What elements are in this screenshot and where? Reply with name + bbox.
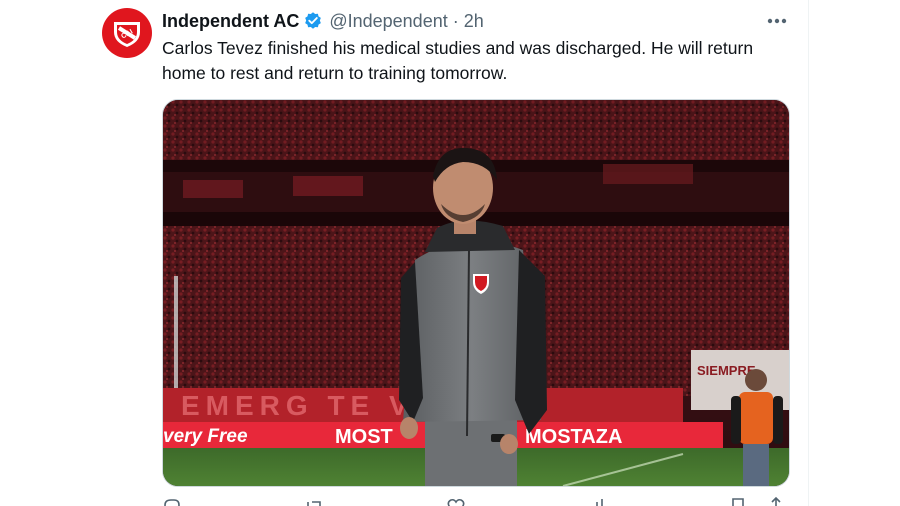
club-crest-icon: CAI xyxy=(114,22,140,47)
verified-badge-icon xyxy=(303,11,323,31)
tweet-photo[interactable]: EMERG TE VIRE SIEMPRE very Free MOST MOS… xyxy=(162,99,790,487)
share-icon[interactable] xyxy=(766,496,786,506)
reply-icon[interactable] xyxy=(162,496,182,506)
tweet-card[interactable]: CAI Independent AC @Independent · 2h Car… xyxy=(96,0,809,506)
like-icon[interactable] xyxy=(446,496,466,506)
banner-left-text: very Free xyxy=(163,426,248,447)
banner-right-text: MOSTAZA xyxy=(525,426,622,448)
author-handle[interactable]: @Independent xyxy=(329,11,447,32)
avatar[interactable]: CAI xyxy=(102,8,152,58)
bookmark-icon[interactable] xyxy=(728,496,748,506)
views-icon[interactable] xyxy=(588,496,608,506)
tweet-text: Carlos Tevez finished his medical studie… xyxy=(162,38,754,83)
header-separator: · xyxy=(452,10,459,31)
tweet-timestamp[interactable]: 2h xyxy=(464,11,484,32)
author-display-name[interactable]: Independent AC xyxy=(162,11,299,32)
more-options-icon[interactable] xyxy=(764,10,790,32)
banner-mid-text: MOST xyxy=(335,426,393,448)
page: CAI Independent AC @Independent · 2h Car… xyxy=(0,0,900,506)
tweet-header: Independent AC @Independent · 2h xyxy=(162,10,484,32)
retweet-icon[interactable] xyxy=(304,496,324,506)
tweet-actions-bar xyxy=(162,496,788,506)
